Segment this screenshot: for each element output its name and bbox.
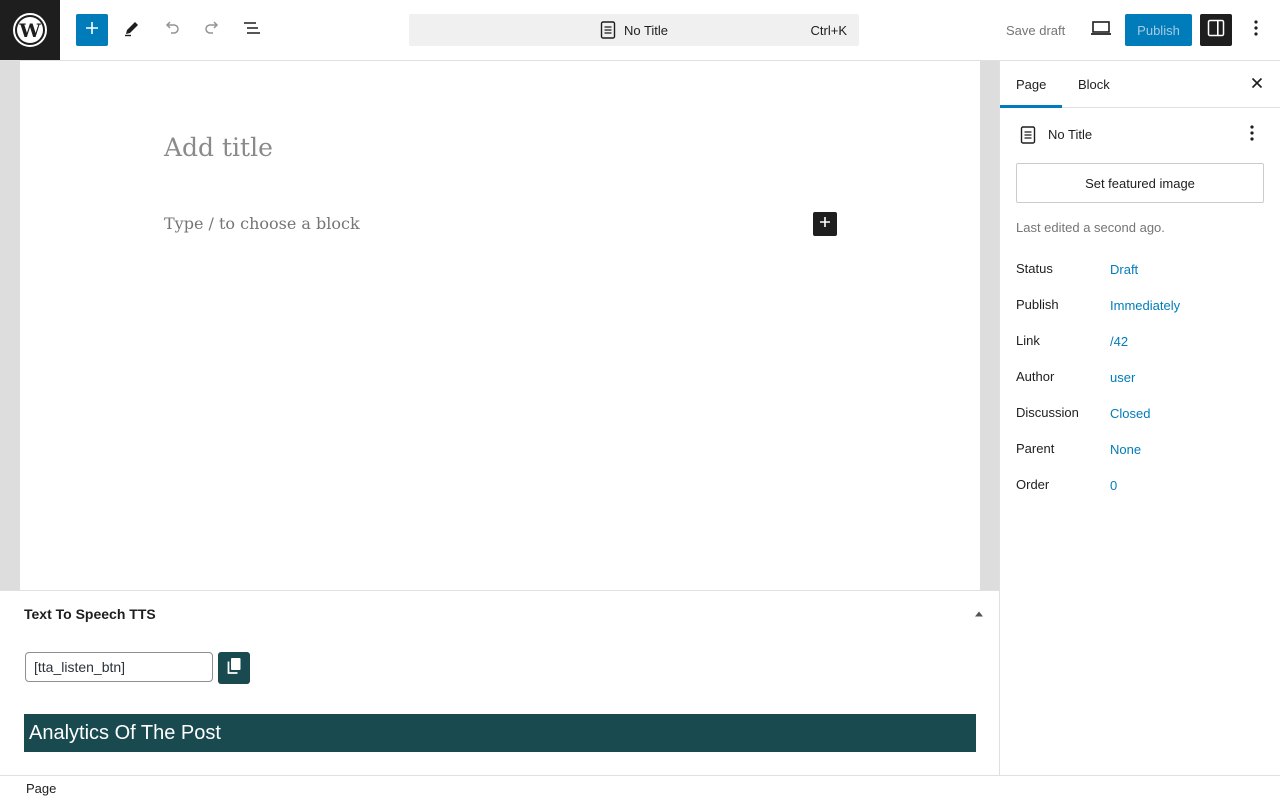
command-bar-shortcut: Ctrl+K <box>810 23 847 38</box>
publish-date-button[interactable]: Immediately <box>1110 298 1180 313</box>
page-icon <box>1016 123 1040 147</box>
editor-header: W No Title Ctrl+K Save draft Publish <box>0 0 1280 61</box>
close-sidebar-button[interactable] <box>1245 73 1269 97</box>
parent-row: Parent None <box>1016 441 1266 461</box>
permalink-button[interactable]: /42 <box>1110 334 1128 349</box>
status-row: Status Draft <box>1016 261 1266 281</box>
row-label: Order <box>1016 477 1050 492</box>
row-label: Link <box>1016 333 1040 348</box>
publish-button[interactable]: Publish <box>1125 14 1192 46</box>
discussion-row: Discussion Closed <box>1016 405 1266 425</box>
wordpress-logo-icon[interactable]: W <box>0 0 60 60</box>
editor-footer: Page <box>0 775 1280 800</box>
tab-page[interactable]: Page <box>1000 61 1062 108</box>
copy-icon <box>226 657 242 680</box>
metabox-toggle-button[interactable] <box>972 607 986 621</box>
command-palette-bar[interactable]: No Title Ctrl+K <box>409 14 859 46</box>
page-icon <box>600 21 616 39</box>
status-value-button[interactable]: Draft <box>1110 262 1138 277</box>
set-featured-image-button[interactable]: Set featured image <box>1016 163 1264 203</box>
undo-button[interactable] <box>156 14 188 46</box>
preview-button[interactable] <box>1085 14 1117 46</box>
document-overview-icon <box>242 18 262 43</box>
desktop-preview-icon <box>1090 19 1112 42</box>
copy-shortcode-button[interactable] <box>218 652 250 684</box>
post-title-field[interactable]: Add title <box>164 133 273 162</box>
document-overview-button[interactable] <box>236 14 268 46</box>
meta-boxes-area: Text To Speech TTS Analytics Of The Post <box>0 590 999 775</box>
tts-metabox-title: Text To Speech TTS <box>24 606 156 622</box>
row-label: Status <box>1016 261 1053 276</box>
more-vertical-icon <box>1254 19 1258 41</box>
block-inserter-button[interactable] <box>76 14 108 46</box>
sidebar-settings-icon <box>1207 19 1225 42</box>
settings-toggle-button[interactable] <box>1200 14 1232 46</box>
last-edited-text: Last edited a second ago. <box>1016 220 1165 235</box>
publish-row: Publish Immediately <box>1016 297 1266 317</box>
document-card: No Title <box>1016 123 1266 147</box>
row-label: Author <box>1016 369 1055 384</box>
close-icon <box>1251 76 1263 94</box>
redo-icon <box>203 19 221 42</box>
save-draft-button[interactable]: Save draft <box>996 14 1075 46</box>
order-row: Order 0 <box>1016 477 1266 497</box>
editor-canvas-area: Add title Type / to choose a block <box>0 61 999 591</box>
redo-button[interactable] <box>196 14 228 46</box>
settings-sidebar: Page Block No Title Set featured image L… <box>999 61 1280 775</box>
order-button[interactable]: 0 <box>1110 478 1117 493</box>
plus-icon <box>84 20 100 41</box>
analytics-heading: Analytics Of The Post <box>24 714 976 752</box>
svg-text:W: W <box>18 20 41 42</box>
command-bar-title: No Title <box>623 22 669 38</box>
row-label: Discussion <box>1016 405 1079 420</box>
tools-button[interactable] <box>116 14 148 46</box>
tab-block[interactable]: Block <box>1062 61 1126 108</box>
breadcrumb[interactable]: Page <box>26 781 56 796</box>
author-button[interactable]: user <box>1110 370 1135 385</box>
options-menu-button[interactable] <box>1240 14 1272 46</box>
inline-block-inserter-button[interactable] <box>813 212 837 236</box>
document-actions-button[interactable] <box>1240 123 1264 147</box>
parent-button[interactable]: None <box>1110 442 1141 457</box>
undo-icon <box>163 19 181 42</box>
editor-canvas: Add title Type / to choose a block <box>20 61 980 591</box>
document-title: No Title <box>1048 127 1093 142</box>
plus-icon <box>819 215 831 233</box>
default-block-appender[interactable]: Type / to choose a block <box>164 214 360 233</box>
shortcode-input[interactable] <box>25 652 213 682</box>
pencil-icon <box>123 19 141 42</box>
link-row: Link /42 <box>1016 333 1266 353</box>
sidebar-tabs: Page Block <box>1000 61 1280 108</box>
triangle-up-icon <box>974 605 984 623</box>
author-row: Author user <box>1016 369 1266 389</box>
more-vertical-icon <box>1250 124 1254 146</box>
row-label: Parent <box>1016 441 1055 456</box>
discussion-button[interactable]: Closed <box>1110 406 1150 421</box>
row-label: Publish <box>1016 297 1059 312</box>
